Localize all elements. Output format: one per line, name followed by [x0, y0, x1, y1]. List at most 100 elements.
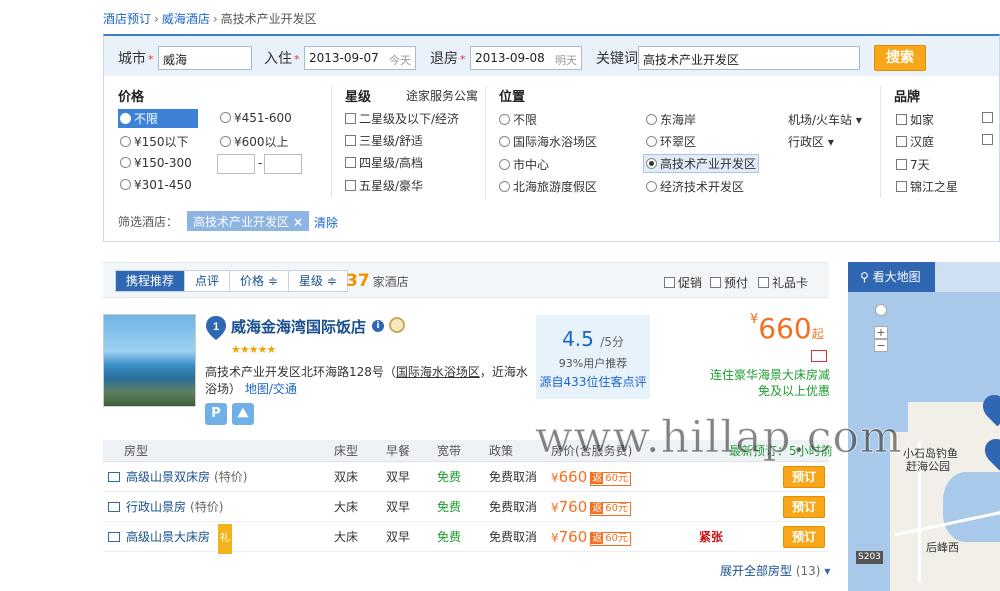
- radio-icon: [646, 136, 657, 147]
- sort-tab-reviews[interactable]: 点评: [184, 271, 230, 291]
- room-name-link[interactable]: 高级山景大床房: [126, 530, 210, 544]
- price-min-input[interactable]: [217, 154, 255, 174]
- checkin-label: 入住 *: [264, 51, 300, 67]
- location-option-beach[interactable]: 国际海水浴场区: [499, 133, 597, 150]
- star-rating: ★★★★★: [231, 343, 276, 356]
- room-image-icon: [108, 502, 120, 512]
- price-option-451-600[interactable]: ¥451-600: [220, 111, 292, 125]
- zoom-out-button[interactable]: −: [874, 339, 888, 352]
- district-link[interactable]: 行政区 ▾: [788, 133, 834, 150]
- pan-control[interactable]: [875, 304, 887, 316]
- rating-score: 4.5 /5分: [562, 327, 624, 351]
- price-option-any[interactable]: 不限: [118, 109, 198, 128]
- promo-checkbox[interactable]: 促销: [664, 274, 702, 291]
- breadcrumb-home-link[interactable]: 酒店预订: [103, 12, 151, 26]
- location-option-huancui[interactable]: 环翠区: [646, 133, 696, 150]
- price-filter-title: 价格: [118, 90, 145, 105]
- hotel-name-link[interactable]: 威海金海湾国际饭店: [231, 316, 366, 337]
- rating-box[interactable]: 4.5 /5分 93%用户推荐 源自433位住客点评: [536, 315, 650, 399]
- info-icon[interactable]: i: [372, 320, 384, 332]
- brand-option-7days[interactable]: 7天: [896, 156, 930, 173]
- location-option-east-coast[interactable]: 东海岸: [646, 111, 696, 128]
- chevron-down-icon: ▾: [824, 564, 831, 578]
- hotel-count: 37 家酒店: [346, 271, 409, 291]
- price-option-under150[interactable]: ¥150以下: [120, 133, 189, 150]
- airport-station-link[interactable]: 机场/火车站 ▾: [788, 111, 862, 128]
- book-button[interactable]: 预订: [783, 526, 825, 548]
- room-name-link[interactable]: 高级山景双床房: [126, 470, 210, 484]
- location-option-center[interactable]: 市中心: [499, 156, 549, 173]
- star-option-4[interactable]: 四星级/高档: [345, 154, 423, 171]
- price-option-301-450[interactable]: ¥301-450: [120, 178, 192, 192]
- checkbox-icon: [896, 114, 907, 125]
- active-filter-tag[interactable]: 高技术产业开发区 ×: [187, 211, 310, 231]
- brand-option-more[interactable]: [982, 111, 996, 125]
- brand-option-rujia[interactable]: 如家: [896, 111, 934, 128]
- medal-icon: [389, 317, 405, 333]
- star-option-3[interactable]: 三星级/舒适: [345, 132, 423, 149]
- map-label: 后峰西: [926, 541, 959, 554]
- map-label: 小石岛钓鱼: [903, 447, 958, 460]
- location-option-hitech[interactable]: 高技术产业开发区: [643, 154, 760, 173]
- room-name-link[interactable]: 行政山景房: [126, 500, 186, 514]
- checkin-hint: 今天: [389, 54, 411, 67]
- map-sea: [908, 292, 1000, 402]
- radio-icon: [499, 136, 510, 147]
- breadcrumb-current: 高技术产业开发区: [220, 12, 317, 26]
- checkbox-icon: [664, 277, 675, 288]
- search-bar: 城市 * 威海 入住 * 2013-09-07 今天 退房 * 2013-09-08 明天…: [104, 36, 999, 76]
- close-icon[interactable]: ×: [293, 215, 303, 229]
- brand-option-hanting[interactable]: 汉庭: [896, 133, 934, 150]
- brand-option-more[interactable]: [982, 133, 996, 147]
- book-button[interactable]: 预订: [783, 496, 825, 518]
- price-option-over600[interactable]: ¥600以上: [220, 133, 289, 150]
- breadcrumb-city-link[interactable]: 威海酒店: [162, 12, 210, 26]
- sort-tabs: 携程推荐 点评 价格 ≑ 星级 ≑: [115, 270, 348, 292]
- checkbox-icon: [345, 135, 356, 146]
- room-row: 高级山景双床房 (特价) 双床 双早 免费 免费取消 ¥660 返 60元 预订: [103, 462, 829, 492]
- cashback-badge: 返 60元: [590, 502, 632, 516]
- room-price: ¥760 返 60元: [551, 522, 632, 553]
- price-max-input[interactable]: [264, 154, 302, 174]
- chain-apartment-link[interactable]: 途家服务公寓: [406, 87, 478, 104]
- promo-text: 连住豪华海景大床房减免及以上优惠: [709, 368, 830, 398]
- map-label: 赶海公园: [906, 460, 950, 473]
- clear-filters-link[interactable]: 清除: [314, 214, 338, 231]
- keyword-input[interactable]: 高技术产业开发区: [638, 46, 860, 70]
- sort-tab-star[interactable]: 星级 ≑: [287, 271, 347, 291]
- keyword-label: 关键词: [596, 51, 638, 67]
- radio-icon: [120, 179, 131, 190]
- price-option-150-300[interactable]: ¥150-300: [120, 156, 192, 170]
- checkout-input[interactable]: 2013-09-08 明天: [470, 46, 582, 70]
- radio-icon: [499, 181, 510, 192]
- gift-icon: [811, 350, 827, 362]
- checkbox-icon: [982, 134, 993, 145]
- location-option-econ-dev[interactable]: 经济技术开发区: [646, 178, 744, 195]
- cashback-badge: 返 60元: [590, 532, 632, 546]
- expand-rooms-link[interactable]: 展开全部房型 (13) ▾: [720, 562, 830, 579]
- star-option-5[interactable]: 五星级/豪华: [345, 177, 423, 194]
- hotel-index: 1: [213, 321, 219, 333]
- checkin-input[interactable]: 2013-09-07 今天: [304, 46, 416, 70]
- checkbox-icon: [896, 159, 907, 170]
- search-panel: 城市 * 威海 入住 * 2013-09-07 今天 退房 * 2013-09-08 明天…: [103, 34, 1000, 242]
- radio-icon: [220, 136, 231, 147]
- search-button[interactable]: 搜索: [874, 45, 926, 71]
- prepay-checkbox[interactable]: 预付: [710, 274, 748, 291]
- sort-tab-recommended[interactable]: 携程推荐: [116, 271, 185, 291]
- book-button[interactable]: 预订: [783, 466, 825, 488]
- hotel-price: ¥660起: [750, 312, 824, 345]
- hotel-photo[interactable]: [103, 314, 196, 407]
- location-option-beihai[interactable]: 北海旅游度假区: [499, 178, 597, 195]
- brand-option-jinjiang[interactable]: 锦江之星: [896, 178, 958, 195]
- city-input[interactable]: 威海: [158, 46, 252, 70]
- address-district-link[interactable]: 国际海水浴场区: [396, 365, 480, 379]
- star-option-2[interactable]: 二星级及以下/经济: [345, 110, 459, 127]
- sort-tab-price[interactable]: 价格 ≑: [229, 271, 288, 291]
- view-big-map-button[interactable]: ⚲ 看大地图: [848, 262, 935, 292]
- map-traffic-link[interactable]: 地图/交通: [245, 382, 297, 396]
- checkbox-icon: [896, 136, 907, 147]
- giftcard-checkbox[interactable]: 礼品卡: [758, 274, 808, 291]
- location-option-any[interactable]: 不限: [499, 111, 537, 128]
- zoom-in-button[interactable]: +: [874, 326, 888, 339]
